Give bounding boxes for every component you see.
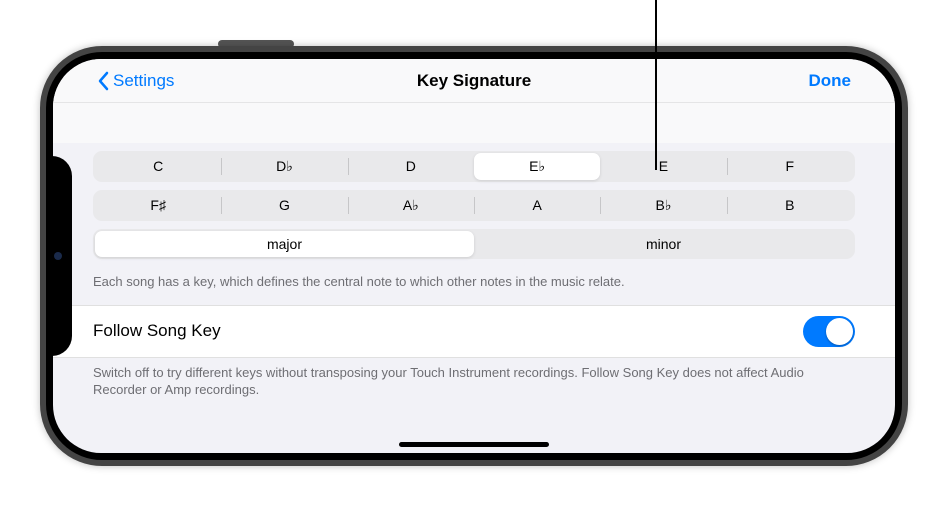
done-button[interactable]: Done bbox=[809, 59, 852, 103]
done-label: Done bbox=[809, 71, 852, 91]
camera-dot bbox=[54, 252, 62, 260]
nav-title: Key Signature bbox=[417, 71, 531, 91]
scale-minor[interactable]: minor bbox=[474, 231, 853, 257]
follow-footer-text: Switch off to try different keys without… bbox=[53, 358, 895, 413]
device-frame: Settings Key Signature Done CD♭DE♭EF F♯G… bbox=[40, 46, 908, 466]
key-Fsharp[interactable]: F♯ bbox=[95, 192, 221, 219]
spacer bbox=[53, 103, 895, 143]
key-C[interactable]: C bbox=[95, 153, 221, 180]
key-Bflat[interactable]: B♭ bbox=[600, 192, 726, 219]
key-G[interactable]: G bbox=[221, 192, 347, 219]
key-F[interactable]: F bbox=[727, 153, 853, 180]
callout-line bbox=[655, 0, 657, 170]
scale-major[interactable]: major bbox=[95, 231, 474, 257]
screen: Settings Key Signature Done CD♭DE♭EF F♯G… bbox=[53, 59, 895, 453]
key-D[interactable]: D bbox=[348, 153, 474, 180]
chevron-left-icon bbox=[97, 71, 109, 91]
scale-row: majorminor bbox=[93, 229, 855, 259]
follow-song-key-label: Follow Song Key bbox=[93, 321, 221, 341]
key-Dflat[interactable]: D♭ bbox=[221, 153, 347, 180]
follow-song-key-switch[interactable] bbox=[803, 316, 855, 347]
back-label: Settings bbox=[113, 71, 174, 91]
key-B[interactable]: B bbox=[727, 192, 853, 219]
follow-song-key-row: Follow Song Key bbox=[53, 305, 895, 358]
key-Eflat[interactable]: E♭ bbox=[474, 153, 600, 180]
back-button[interactable]: Settings bbox=[97, 59, 174, 103]
switch-knob bbox=[826, 318, 853, 345]
nav-bar: Settings Key Signature Done bbox=[53, 59, 895, 103]
key-Aflat[interactable]: A♭ bbox=[348, 192, 474, 219]
key-row-1: CD♭DE♭EF bbox=[93, 151, 855, 182]
key-row-2: F♯GA♭AB♭B bbox=[93, 190, 855, 221]
home-indicator[interactable] bbox=[399, 442, 549, 447]
key-E[interactable]: E bbox=[600, 153, 726, 180]
key-footer-text: Each song has a key, which defines the c… bbox=[53, 267, 895, 305]
key-A[interactable]: A bbox=[474, 192, 600, 219]
key-picker-section: CD♭DE♭EF F♯GA♭AB♭B majorminor bbox=[53, 143, 895, 259]
